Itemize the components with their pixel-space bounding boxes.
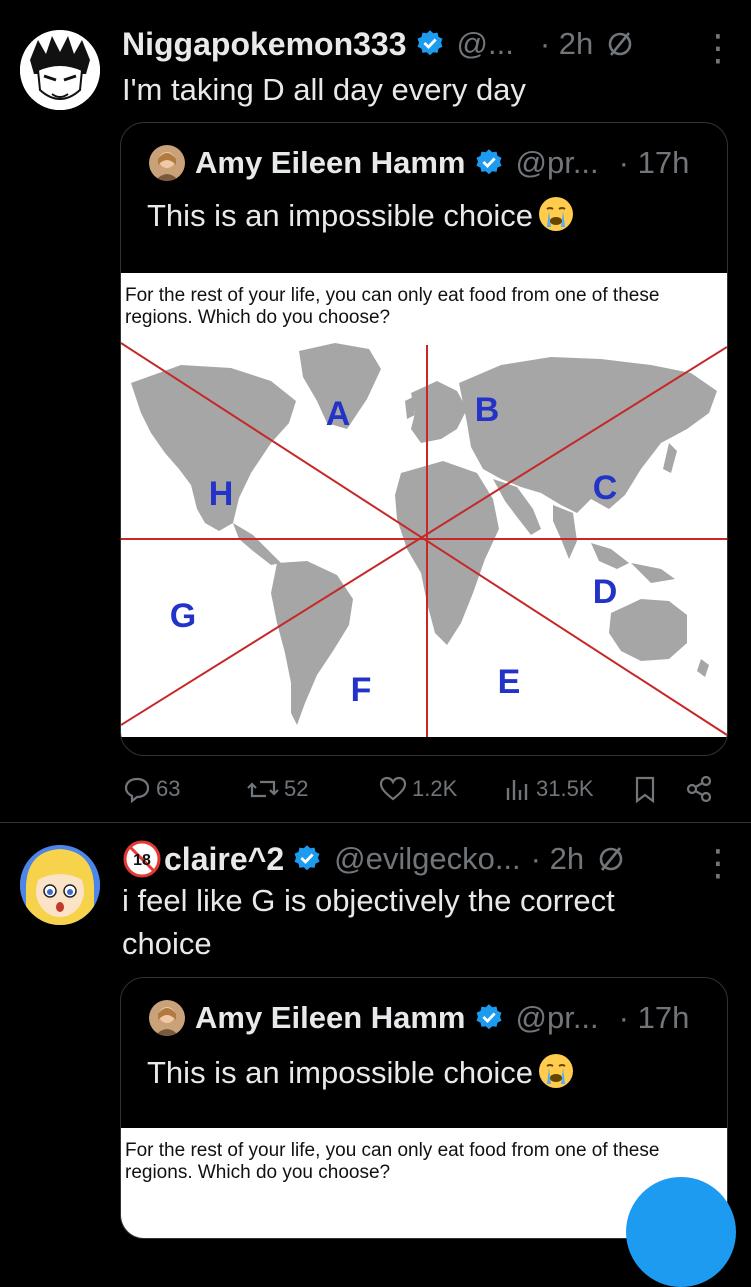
post-2: 18 claire^2 @evilgecko... · 2h ⋮ i feel … [0,823,751,1287]
avatar[interactable] [20,30,100,110]
manga-face-icon [20,30,100,110]
display-name[interactable]: Niggapokemon333 [122,26,407,63]
verified-badge-icon [476,1004,501,1030]
svg-text:18: 18 [133,852,151,869]
reply-count: 63 [156,776,181,801]
quote-text: This is an impossible choice [147,1054,573,1091]
quote-avatar [149,1000,185,1036]
no-under-18-icon: 18 [123,840,161,878]
repost-icon [247,780,279,798]
quote-header: Amy Eileen Hamm @pr... · 17h [149,998,689,1038]
views-chart-icon [506,780,528,800]
person-avatar-icon [149,1000,185,1036]
repost-button[interactable]: 52 [246,774,308,804]
quote-time: · 17h [618,145,690,180]
quoted-post[interactable]: Amy Eileen Hamm @pr... · 17h This is an … [120,122,728,756]
continents [131,343,717,725]
loudly-crying-face-icon [538,197,573,231]
avatar[interactable] [20,845,100,925]
quote-image[interactable]: For the rest of your life, you can only … [121,273,727,737]
post-time[interactable]: · 2h [540,26,593,62]
region-label-d: D [593,573,618,611]
verified-badge-icon [294,845,320,871]
more-options-icon[interactable]: ⋮ [700,30,736,66]
region-label-a: A [326,395,351,433]
quote-avatar [149,145,185,181]
display-name[interactable]: claire^2 [164,841,284,878]
verified-badge-icon [476,149,501,175]
region-label-e: E [498,663,521,701]
region-label-b: B [475,391,500,429]
post-header: 18 claire^2 @evilgecko... · 2h [122,839,626,879]
heart-icon [379,776,407,801]
repost-count: 52 [284,776,309,801]
post-text: i feel like G is objectively the correct… [122,883,615,961]
quote-display-name: Amy Eileen Hamm [195,145,466,180]
region-label-g: G [170,597,196,635]
compose-button[interactable] [626,1177,736,1287]
person-avatar-icon [149,145,185,181]
quote-text: This is an impossible choice [147,197,573,234]
quote-handle: @pr... [515,145,599,180]
region-label-c: C [593,469,618,507]
user-handle[interactable]: @evilgecko... [334,841,521,877]
reply-button[interactable]: 63 [122,774,180,804]
anime-girl-avatar-icon [20,845,100,925]
view-count: 31.5K [536,776,594,801]
loudly-crying-face-icon [538,1054,573,1088]
post-time[interactable]: · 2h [531,841,584,877]
quote-display-name: Amy Eileen Hamm [195,1000,466,1035]
like-button[interactable]: 1.2K [378,774,457,804]
views-button[interactable]: 31.5K [502,774,594,804]
bookmark-icon[interactable] [630,774,660,804]
post-text: I'm taking D all day every day [122,72,526,107]
region-label-h: H [209,475,234,513]
more-options-icon[interactable]: ⋮ [700,845,736,881]
like-count: 1.2K [412,776,458,801]
grok-icon[interactable] [596,844,626,874]
region-label-f: F [351,671,372,709]
post-1: Niggapokemon333 @... · 2h ⋮ I'm taking D… [0,0,751,820]
quote-handle: @pr... [515,1000,599,1035]
share-icon[interactable] [684,774,714,804]
world-map: A B C D E F G H [121,342,727,737]
quote-time: · 17h [618,1000,690,1035]
verified-badge-icon [417,30,443,56]
user-handle[interactable]: @... [457,26,514,62]
image-caption: For the rest of your life, you can only … [125,1140,660,1183]
reply-icon [124,777,150,804]
quote-header: Amy Eileen Hamm @pr... · 17h [149,143,689,183]
grok-icon[interactable] [605,29,635,59]
post-header: Niggapokemon333 @... · 2h [122,24,635,64]
